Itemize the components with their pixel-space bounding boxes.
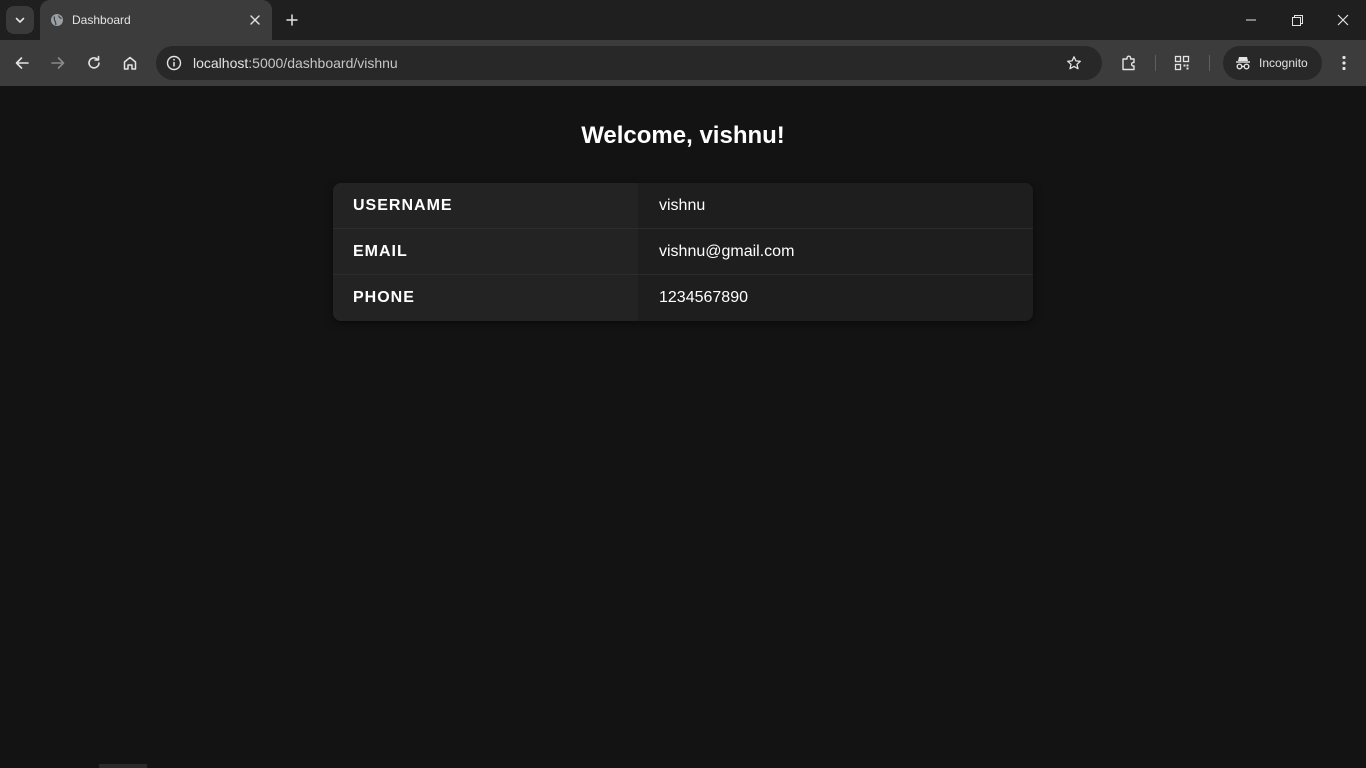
qr-code-icon xyxy=(1174,55,1190,71)
arrow-right-icon xyxy=(50,55,66,71)
forward-button[interactable] xyxy=(43,48,73,78)
close-icon xyxy=(250,15,260,25)
arrow-left-icon xyxy=(14,55,30,71)
extensions-button[interactable] xyxy=(1114,48,1144,78)
toolbar-divider xyxy=(1209,55,1210,71)
tab-title: Dashboard xyxy=(72,13,131,27)
plus-icon xyxy=(286,14,298,26)
table-row: USERNAME vishnu xyxy=(333,183,1033,229)
address-bar[interactable]: localhost:5000/dashboard/vishnu xyxy=(156,46,1102,80)
page-title: Welcome, vishnu! xyxy=(581,122,785,149)
table-row: PHONE 1234567890 xyxy=(333,275,1033,321)
minimize-button[interactable] xyxy=(1228,0,1274,40)
tab-strip: Dashboard xyxy=(0,0,1366,40)
taskbar-indicator xyxy=(99,764,147,768)
home-icon xyxy=(122,55,138,71)
tab-search-button[interactable] xyxy=(6,6,34,34)
new-tab-button[interactable] xyxy=(282,10,302,30)
row-label: PHONE xyxy=(333,275,638,321)
row-value: 1234567890 xyxy=(638,275,1033,321)
back-button[interactable] xyxy=(7,48,37,78)
table-row: EMAIL vishnu@gmail.com xyxy=(333,229,1033,275)
url-host: localhost xyxy=(193,55,249,71)
incognito-icon xyxy=(1234,54,1252,72)
reload-icon xyxy=(86,55,102,71)
incognito-label: Incognito xyxy=(1259,56,1308,70)
star-icon[interactable] xyxy=(1064,53,1084,73)
tab-dashboard[interactable]: Dashboard xyxy=(40,0,272,40)
restore-button[interactable] xyxy=(1274,0,1320,40)
info-icon[interactable] xyxy=(164,53,184,73)
minimize-icon xyxy=(1246,15,1256,25)
restore-icon xyxy=(1291,14,1303,26)
puzzle-icon xyxy=(1120,54,1138,72)
incognito-profile-button[interactable]: Incognito xyxy=(1223,46,1322,80)
chevron-down-icon xyxy=(14,14,26,26)
reload-button[interactable] xyxy=(79,48,109,78)
url-path: :5000/dashboard/vishnu xyxy=(248,55,398,71)
browser-toolbar: localhost:5000/dashboard/vishnu Incognit… xyxy=(0,40,1366,86)
url-text[interactable]: localhost:5000/dashboard/vishnu xyxy=(193,55,398,71)
page-content: Welcome, vishnu! USERNAME vishnu EMAIL v… xyxy=(0,86,1366,768)
tab-close-button[interactable] xyxy=(245,10,265,30)
qr-code-button[interactable] xyxy=(1167,48,1197,78)
browser-menu-button[interactable] xyxy=(1329,48,1359,78)
toolbar-divider xyxy=(1155,55,1156,71)
kebab-menu-icon xyxy=(1342,55,1346,71)
globe-icon xyxy=(50,13,64,27)
row-label: EMAIL xyxy=(333,229,638,274)
row-value: vishnu xyxy=(638,183,1033,228)
close-window-button[interactable] xyxy=(1320,0,1366,40)
row-label: USERNAME xyxy=(333,183,638,228)
row-value: vishnu@gmail.com xyxy=(638,229,1033,274)
user-info-table: USERNAME vishnu EMAIL vishnu@gmail.com P… xyxy=(333,183,1033,321)
close-icon xyxy=(1337,14,1349,26)
home-button[interactable] xyxy=(115,48,145,78)
